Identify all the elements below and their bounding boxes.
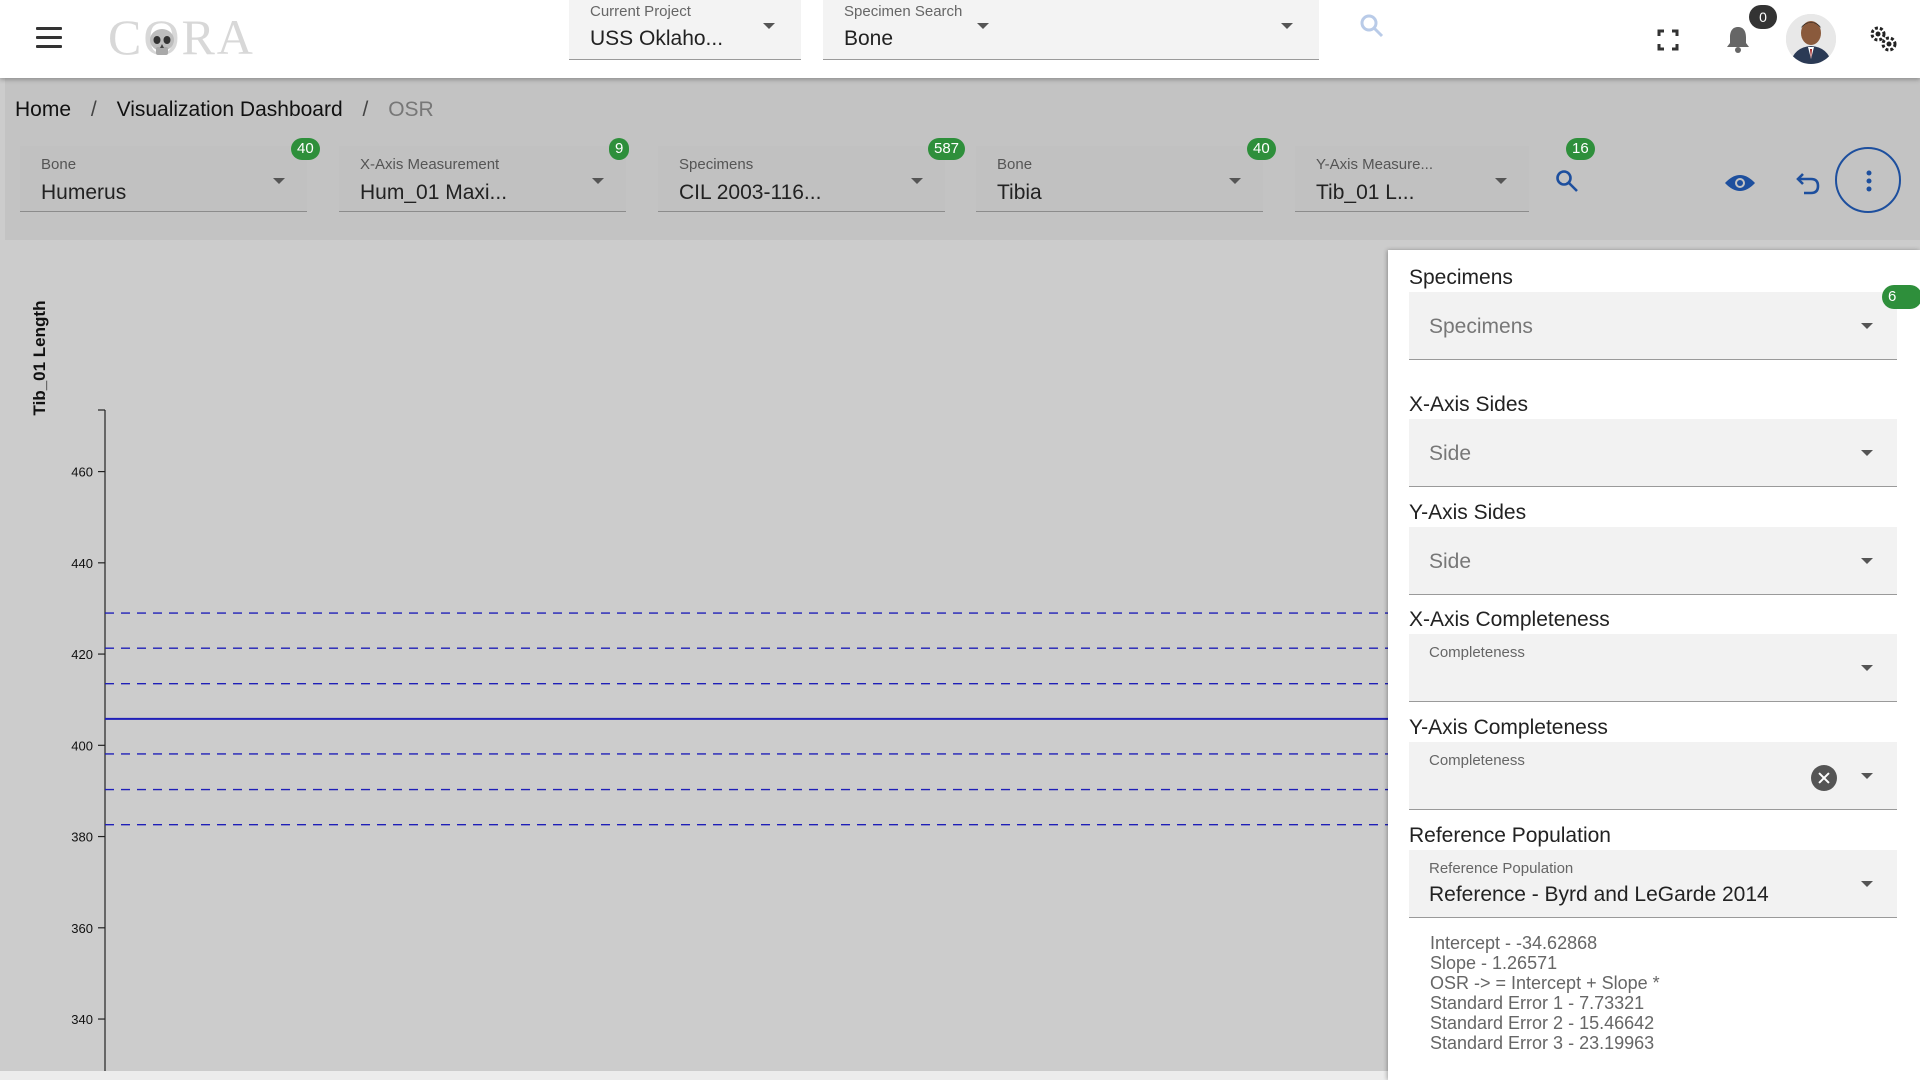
specimens-count-badge: 587 (928, 138, 966, 160)
y-tick-label: 340 (71, 1012, 93, 1027)
chevron-down-icon (1861, 323, 1873, 329)
chevron-down-icon (763, 23, 775, 29)
chevron-down-icon (1861, 773, 1873, 779)
y-tick-label: 400 (71, 738, 93, 753)
x-measurement-count-badge: 9 (609, 138, 630, 160)
bone-y-select[interactable]: Bone Tibia (976, 146, 1263, 212)
chart-svg: 340360380400420440460290300310320330 Tib… (30, 301, 1390, 1080)
notification-count-badge: 0 (1749, 5, 1777, 29)
specimens-filter-select[interactable]: Specimens CIL 2003-116... (658, 146, 945, 212)
app-logo[interactable]: CORA (108, 12, 258, 62)
skull-icon (150, 29, 174, 55)
fullscreen-icon[interactable] (1656, 28, 1680, 52)
bell-icon[interactable] (1725, 24, 1751, 54)
chevron-down-icon (592, 178, 604, 184)
chevron-down-icon (273, 178, 285, 184)
y-axis-label: Tib_01 Length (30, 301, 49, 416)
osr-chart: 340360380400420440460290300310320330 Tib… (0, 240, 1390, 1080)
y-tick-label: 440 (71, 556, 93, 571)
standard-error-2-text: Standard Error 2 - 15.46642 (1430, 1013, 1655, 1033)
specimens-select[interactable]: Specimens (1409, 292, 1897, 360)
bone-x-select[interactable]: Bone Humerus (20, 146, 307, 212)
standard-error-3-text: Standard Error 3 - 23.19963 (1430, 1033, 1655, 1053)
y-axis-sides-title: Y-Axis Sides (1409, 501, 1527, 524)
avatar[interactable] (1786, 14, 1836, 64)
x-axis-sides-select[interactable]: Side (1409, 419, 1897, 487)
x-axis-completeness-select[interactable]: Completeness (1409, 634, 1897, 702)
osr-formula-text: OSR -> = Intercept + Slope * (1430, 973, 1660, 993)
settings-icon[interactable] (1868, 24, 1898, 54)
standard-error-1-text: Standard Error 1 - 7.73321 (1430, 993, 1645, 1013)
breadcrumb-home[interactable]: Home (15, 98, 71, 121)
current-project-select[interactable]: Current Project USS Oklaho... (569, 0, 801, 60)
specimens-count-badge: 6 (1882, 285, 1920, 309)
bone-x-count-badge: 40 (291, 138, 320, 160)
bone-y-count-badge: 40 (1247, 138, 1276, 160)
y-axis-measurement-select[interactable]: Y-Axis Measure... Tib_01 L... (1295, 146, 1529, 212)
breadcrumb-current: OSR (388, 98, 434, 121)
y-measurement-count-badge: 16 (1566, 138, 1595, 160)
filter-bar: Home / Visualization Dashboard / OSR Bon… (5, 78, 1920, 240)
more-vert-icon (1866, 170, 1872, 192)
undo-icon[interactable] (1795, 170, 1821, 196)
settings-panel: Specimens Specimens 6 X-Axis Sides Side … (1388, 250, 1920, 1080)
reference-population-select[interactable]: Reference Population Reference - Byrd an… (1409, 850, 1897, 918)
chevron-down-icon (1495, 178, 1507, 184)
y-tick-label: 360 (71, 921, 93, 936)
chevron-down-icon (1861, 450, 1873, 456)
y-axis-sides-select[interactable]: Side (1409, 527, 1897, 595)
reference-population-title: Reference Population (1409, 824, 1611, 847)
x-axis-completeness-title: X-Axis Completeness (1409, 608, 1610, 631)
intercept-text: Intercept - -34.62868 (1430, 933, 1598, 953)
chevron-down-icon (1861, 558, 1873, 564)
clear-icon[interactable] (1811, 765, 1837, 791)
y-tick-label: 460 (71, 465, 93, 480)
chevron-down-icon (911, 178, 923, 184)
chevron-down-icon (1861, 665, 1873, 671)
app-bar: CORA Current Project USS Oklaho... Speci… (0, 0, 1920, 78)
x-axis-measurement-select[interactable]: X-Axis Measurement Hum_01 Maxi... (339, 146, 626, 212)
chart-footer (0, 1071, 1390, 1080)
more-options-button[interactable] (1835, 147, 1901, 213)
search-icon[interactable] (1358, 12, 1386, 40)
chevron-down-icon (1281, 23, 1293, 29)
breadcrumb: Home / Visualization Dashboard / OSR (15, 98, 434, 121)
breadcrumb-dashboard[interactable]: Visualization Dashboard (117, 98, 343, 121)
y-tick-label: 380 (71, 830, 93, 845)
y-axis-completeness-title: Y-Axis Completeness (1409, 716, 1608, 739)
search-icon[interactable] (1554, 168, 1580, 194)
chevron-down-icon (977, 23, 989, 29)
y-tick-label: 420 (71, 647, 93, 662)
chevron-down-icon (1229, 178, 1241, 184)
x-axis-sides-title: X-Axis Sides (1409, 393, 1529, 416)
slope-text: Slope - 1.26571 (1430, 953, 1558, 973)
specimens-title: Specimens (1409, 266, 1513, 289)
specimen-search-select[interactable]: Specimen Search Bone (823, 0, 1319, 60)
regression-info: Intercept - -34.62868 Slope - 1.26571 OS… (1430, 933, 1660, 1053)
eye-icon[interactable] (1724, 172, 1756, 194)
chevron-down-icon (1861, 881, 1873, 887)
menu-icon[interactable] (36, 27, 62, 49)
y-axis-completeness-select[interactable]: Completeness (1409, 742, 1897, 810)
